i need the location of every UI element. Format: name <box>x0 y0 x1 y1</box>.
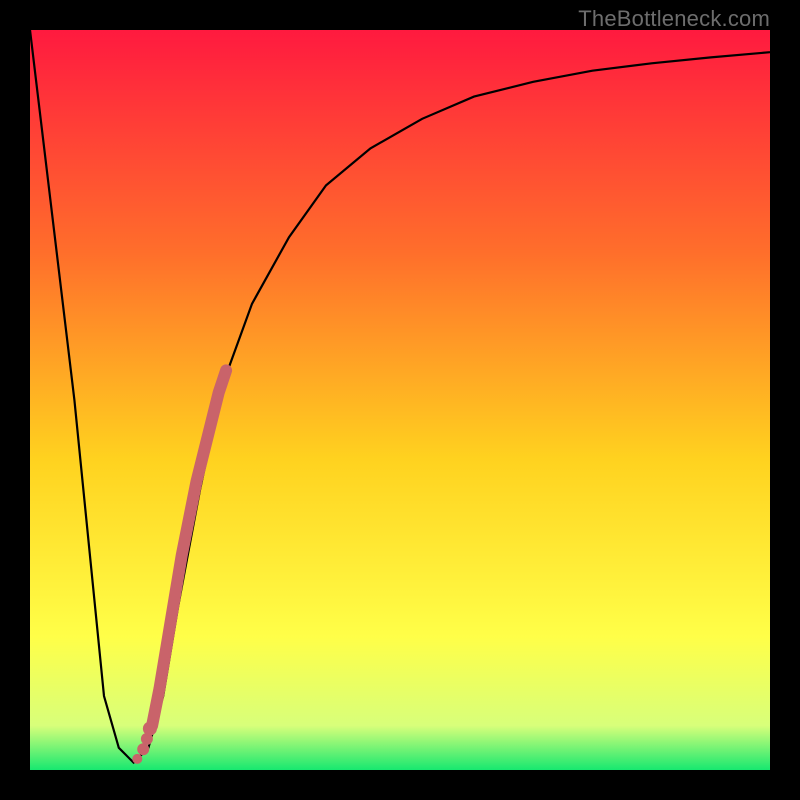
watermark-text: TheBottleneck.com <box>578 6 770 32</box>
scatter-dot <box>137 743 149 755</box>
scatter-dot <box>132 754 142 764</box>
gradient-background <box>30 30 770 770</box>
plot-area <box>30 30 770 770</box>
scatter-dot <box>143 722 157 736</box>
chart-frame: TheBottleneck.com <box>0 0 800 800</box>
chart-canvas <box>30 30 770 770</box>
